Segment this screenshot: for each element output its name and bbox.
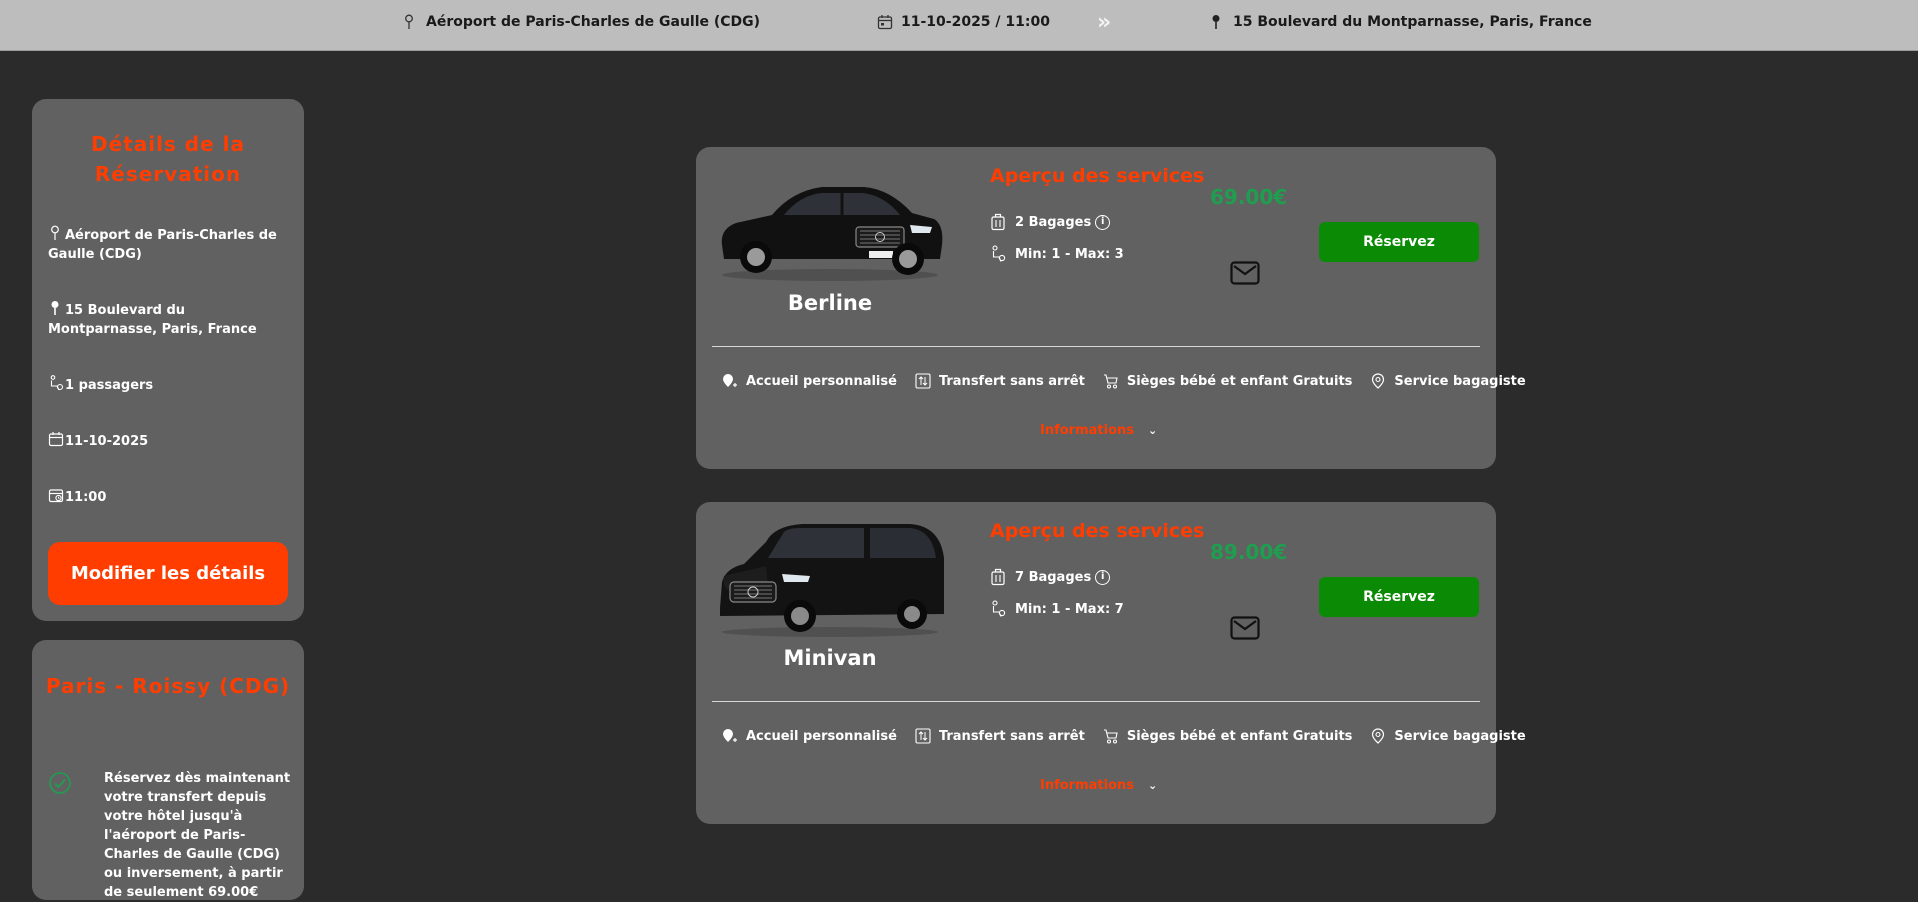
feature-label: Transfert sans arrêt: [938, 373, 1085, 389]
info-icon[interactable]: i: [1095, 569, 1111, 585]
feature-item: Transfert sans arrêt: [915, 373, 1085, 389]
location-icon: [1370, 373, 1386, 389]
divider: [712, 701, 1480, 702]
booking-time-text: 11:00: [65, 490, 107, 505]
check-circle-icon: [48, 771, 72, 795]
vehicle-name: Minivan: [783, 646, 877, 670]
route-datetime: 11-10-2025 / 11:00: [877, 0, 1050, 44]
features-list: Accueil personnalisé Transfert sans arrê…: [722, 728, 1526, 744]
promo-title: Paris - Roissy (CDG): [45, 674, 291, 698]
booking-time: 11:00: [48, 487, 293, 507]
route-destination-text: 15 Boulevard du Montparnasse, Paris, Fra…: [1233, 14, 1592, 30]
feature-item: Service bagagiste: [1370, 728, 1526, 744]
calendar-icon: [48, 431, 64, 447]
luggage-text: 7 Bagages: [1015, 569, 1092, 585]
feature-label: Accueil personnalisé: [746, 728, 897, 744]
welcome-pin-icon: [722, 373, 738, 389]
route-destination: 15 Boulevard du Montparnasse, Paris, Fra…: [1209, 0, 1592, 44]
chevron-down-icon: ⌄: [1148, 424, 1158, 437]
feature-item: Accueil personnalisé: [722, 728, 897, 744]
transfer-icon: [915, 728, 931, 744]
booking-passengers: 1 passagers: [48, 375, 293, 395]
luggage-capacity: 2 Bagages i: [990, 213, 1111, 231]
promo-text: Réservez dès maintenant votre transfert …: [104, 771, 291, 900]
stroller-icon: [1103, 728, 1119, 744]
stroller-icon: [1103, 373, 1119, 389]
luggage-icon: [990, 213, 1006, 231]
booking-destination-text: 15 Boulevard du Montparnasse, Paris, Fra…: [48, 303, 257, 337]
route-datetime-text: 11-10-2025 / 11:00: [901, 14, 1050, 30]
booking-destination: 15 Boulevard du Montparnasse, Paris, Fra…: [48, 300, 293, 339]
promo-card: Paris - Roissy (CDG) Réservez dès mainte…: [32, 640, 304, 900]
passenger-capacity: Min: 1 - Max: 7: [990, 600, 1124, 618]
feature-item: Sièges bébé et enfant Gratuits: [1103, 373, 1353, 389]
passenger-icon: [48, 375, 64, 391]
pin-filled-icon: [48, 300, 62, 316]
feature-item: Service bagagiste: [1370, 373, 1526, 389]
vehicle-price: 69.00€: [1210, 185, 1288, 209]
divider: [712, 346, 1480, 347]
passenger-capacity-text: Min: 1 - Max: 7: [1015, 601, 1124, 617]
feature-label: Sièges bébé et enfant Gratuits: [1126, 373, 1353, 389]
welcome-pin-icon: [722, 728, 738, 744]
pin-outline-icon: [48, 225, 62, 241]
feature-label: Service bagagiste: [1394, 728, 1526, 744]
mail-icon[interactable]: [1230, 261, 1260, 285]
vehicle-card: Berline Aperçu des services 2 Bagages i …: [696, 147, 1526, 469]
services-title: Aperçu des services: [990, 165, 1205, 187]
booking-origin: Aéroport de Paris-Charles de Gaulle (CDG…: [48, 225, 293, 264]
passenger-capacity-text: Min: 1 - Max: 3: [1015, 246, 1124, 262]
book-button[interactable]: Réservez: [1319, 577, 1479, 617]
info-icon[interactable]: i: [1095, 214, 1111, 230]
route-origin: Aéroport de Paris-Charles de Gaulle (CDG…: [402, 0, 760, 44]
location-icon: [1370, 728, 1386, 744]
pin-outline-icon: [402, 14, 416, 30]
sedan-car-image: [714, 163, 946, 283]
calendar-icon: [877, 14, 893, 30]
passenger-capacity: Min: 1 - Max: 3: [990, 245, 1124, 263]
booking-details-title: Détails de la Réservation: [91, 132, 245, 186]
booking-details-card: Détails de la Réservation Aéroport de Pa…: [32, 99, 304, 621]
luggage-text: 2 Bagages: [1015, 214, 1092, 230]
route-arrow-icon: »: [1097, 9, 1111, 35]
route-summary-bar: Aéroport de Paris-Charles de Gaulle (CDG…: [0, 0, 1918, 51]
feature-item: Accueil personnalisé: [722, 373, 897, 389]
vehicle-name: Berline: [787, 291, 873, 315]
informations-label: Informations: [1040, 423, 1135, 438]
feature-label: Accueil personnalisé: [746, 373, 897, 389]
feature-label: Transfert sans arrêt: [938, 728, 1085, 744]
vehicle-price: 89.00€: [1210, 540, 1288, 564]
passenger-icon: [990, 245, 1006, 263]
feature-item: Sièges bébé et enfant Gratuits: [1103, 728, 1353, 744]
booking-passengers-text: 1 passagers: [65, 378, 154, 393]
features-list: Accueil personnalisé Transfert sans arrê…: [722, 373, 1526, 389]
informations-toggle[interactable]: Informations ⌄: [1040, 778, 1157, 793]
route-origin-text: Aéroport de Paris-Charles de Gaulle (CDG…: [426, 14, 761, 30]
pin-filled-icon: [1209, 14, 1223, 30]
feature-label: Service bagagiste: [1394, 373, 1526, 389]
feature-item: Transfert sans arrêt: [915, 728, 1085, 744]
informations-label: Informations: [1040, 778, 1135, 793]
services-title: Aperçu des services: [990, 520, 1205, 542]
luggage-capacity: 7 Bagages i: [990, 568, 1111, 586]
booking-date-text: 11-10-2025: [65, 434, 149, 449]
booking-date: 11-10-2025: [48, 431, 293, 451]
modify-details-button[interactable]: Modifier les détails: [48, 542, 288, 605]
book-button[interactable]: Réservez: [1319, 222, 1479, 262]
luggage-icon: [990, 568, 1006, 586]
transfer-icon: [915, 373, 931, 389]
booking-origin-text: Aéroport de Paris-Charles de Gaulle (CDG…: [48, 228, 277, 262]
feature-label: Sièges bébé et enfant Gratuits: [1126, 728, 1353, 744]
chevron-down-icon: ⌄: [1148, 779, 1158, 792]
mail-icon[interactable]: [1230, 616, 1260, 640]
minivan-car-image: [714, 518, 946, 638]
clock-calendar-icon: [48, 487, 64, 503]
vehicle-card: Minivan Aperçu des services 7 Bagages i …: [696, 502, 1526, 824]
passenger-icon: [990, 600, 1006, 618]
informations-toggle[interactable]: Informations ⌄: [1040, 423, 1157, 438]
